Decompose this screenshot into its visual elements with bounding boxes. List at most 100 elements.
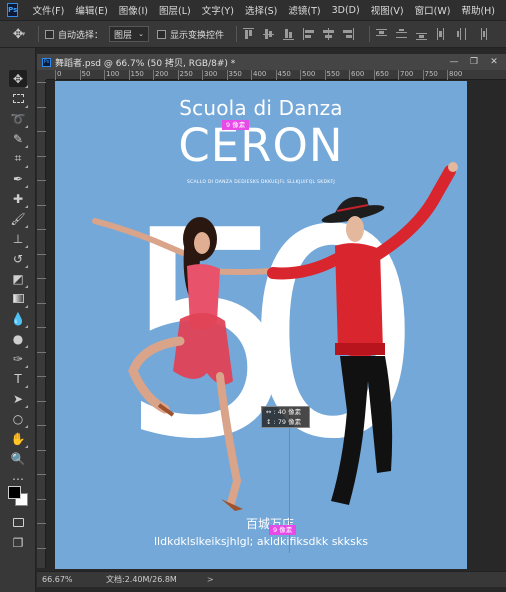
status-menu-arrow-icon[interactable]: > (207, 575, 214, 584)
zoom-tool-icon[interactable]: 🔍 (9, 450, 27, 467)
ruler-tick (37, 376, 46, 377)
hand-tool-icon[interactable]: ✋ (9, 430, 28, 448)
menu-layer[interactable]: 图层(L) (159, 3, 191, 17)
align-left-icon[interactable] (303, 28, 315, 40)
distribute-center-icon[interactable] (396, 28, 408, 40)
horizontal-ruler[interactable]: 0 50 100 150 200 250 300 350 400 450 500 550 600 650 7… (46, 70, 506, 80)
ruler-label: 0 (57, 70, 62, 78)
lasso-tool-icon[interactable]: ➰ (9, 110, 28, 128)
ruler-tick (300, 70, 301, 80)
ruler-label: 800 (449, 70, 463, 78)
auto-select-target-dropdown[interactable]: 图层 ⌄ (109, 26, 150, 42)
menu-image[interactable]: 图像(I) (119, 3, 148, 17)
ellipse-tool-icon[interactable]: ○ (9, 410, 28, 428)
blur-tool-icon[interactable]: 💧 (9, 310, 28, 328)
options-separator (236, 26, 238, 42)
ruler-tick (37, 253, 46, 255)
minimize-icon[interactable]: — (448, 56, 460, 68)
ruler-label: 150 (130, 70, 144, 78)
foreground-color-swatch-front[interactable] (8, 486, 21, 499)
brush-tool-icon[interactable]: 🖌 (9, 210, 28, 228)
screen-mode-icon[interactable]: ❐ (9, 534, 27, 551)
menu-edit[interactable]: 编辑(E) (75, 3, 107, 17)
menu-type[interactable]: 文字(Y) (202, 3, 234, 17)
clone-stamp-tool-icon[interactable]: ⊥ (9, 230, 28, 248)
crop-tool-icon[interactable]: ⌗ (9, 150, 28, 168)
menu-window[interactable]: 窗口(W) (415, 3, 451, 17)
gradient-tool-icon[interactable] (9, 290, 28, 308)
align-top-icon[interactable] (243, 28, 255, 40)
menu-3d[interactable]: 3D(D) (332, 5, 360, 16)
move-tool-icon[interactable]: ✥ (9, 70, 28, 88)
ruler-tick (177, 70, 179, 80)
zoom-level-field[interactable]: 66.67% (42, 575, 92, 584)
show-transform-checkbox[interactable] (157, 29, 167, 39)
spacing-badge-top: 9 像素 (222, 120, 250, 130)
quick-mask-icon[interactable] (9, 514, 27, 531)
pen-tool-icon[interactable]: ✑ (9, 350, 28, 368)
auto-select-label: 自动选择： (58, 30, 104, 41)
ruler-label: 600 (351, 70, 365, 78)
restore-icon[interactable]: ❐ (468, 56, 480, 68)
quick-selection-tool-icon[interactable]: ✎ (9, 130, 28, 148)
healing-brush-tool-icon[interactable]: ✚ (9, 190, 28, 208)
auto-select-checkbox[interactable] (45, 29, 54, 39)
move-tool-preset-icon[interactable]: ✥ ▾ (6, 24, 32, 44)
man-dancer (267, 162, 458, 505)
menu-help[interactable]: 帮助(H) (461, 3, 495, 17)
distribute-bottom-icon[interactable] (416, 28, 428, 40)
ruler-label: 550 (326, 70, 340, 78)
vertical-ruler[interactable] (37, 80, 46, 568)
ruler-tick (153, 70, 154, 80)
measure-width: ↔ : 40 像素 (266, 408, 302, 416)
distribute-top-icon[interactable] (376, 28, 388, 40)
eraser-tool-icon[interactable]: ◩ (9, 270, 28, 288)
path-selection-tool-icon[interactable]: ➤ (9, 390, 28, 408)
menu-filter[interactable]: 滤镜(T) (288, 3, 320, 17)
woman-dancer (92, 217, 273, 511)
ruler-tick (37, 425, 46, 426)
history-brush-tool-icon[interactable]: ↺ (9, 250, 28, 268)
eyedropper-tool-icon[interactable]: ✒ (9, 170, 28, 188)
ruler-origin[interactable] (37, 70, 46, 80)
distribute-right-icon[interactable] (476, 28, 488, 40)
ruler-tick (37, 400, 46, 402)
ruler-label: 650 (375, 70, 389, 78)
menu-select[interactable]: 选择(S) (245, 3, 277, 17)
align-right-icon[interactable] (343, 28, 355, 40)
ruler-tick (324, 70, 326, 80)
ruler-tick (398, 70, 399, 80)
document-size-info[interactable]: 文档:2.40M/26.8M (106, 574, 177, 585)
ruler-tick (37, 155, 46, 157)
ruler-label: 300 (204, 70, 218, 78)
dancers-photo (92, 162, 458, 511)
align-vertical-center-icon[interactable] (263, 28, 275, 40)
photoshop-logo-icon[interactable]: Ps (7, 3, 19, 17)
more-tools-icon[interactable]: ⋯ (9, 470, 27, 487)
ruler-label: 450 (277, 70, 291, 78)
align-bottom-icon[interactable] (283, 28, 295, 40)
dodge-tool-icon[interactable]: ● (9, 330, 28, 348)
ruler-tick (37, 523, 46, 524)
spacing-badge-bottom: 9 像素 (269, 525, 297, 535)
chevron-down-icon: ⌄ (138, 30, 145, 38)
distribute-horizontal-icon[interactable] (456, 28, 467, 40)
ruler-tick (37, 327, 46, 328)
document-tab-title[interactable]: 舞蹈者.psd @ 66.7% (50 拷贝, RGB/8#) * (55, 56, 235, 69)
menu-view[interactable]: 视图(V) (371, 3, 404, 17)
ruler-tick (79, 70, 81, 80)
ruler-tick (37, 547, 46, 549)
close-icon[interactable]: ✕ (488, 56, 500, 68)
distribute-left-icon[interactable] (436, 28, 447, 40)
ruler-label: 100 (106, 70, 120, 78)
type-tool-icon[interactable]: T (9, 370, 28, 388)
menu-bar: Ps 文件(F) 编辑(E) 图像(I) 图层(L) 文字(Y) 选择(S) 滤… (0, 0, 506, 20)
measure-height: ↕ : 79 像素 (266, 418, 302, 426)
ruler-label: 50 (81, 70, 91, 78)
menu-file[interactable]: 文件(F) (32, 3, 64, 17)
align-horizontal-center-icon[interactable] (323, 28, 335, 40)
ruler-label: 400 (253, 70, 267, 78)
marquee-tool-icon[interactable] (9, 90, 28, 108)
options-separator (369, 26, 371, 42)
poster-canvas[interactable]: Scuola di Danza CERON SCALLO DI DANZA DE… (55, 81, 467, 569)
